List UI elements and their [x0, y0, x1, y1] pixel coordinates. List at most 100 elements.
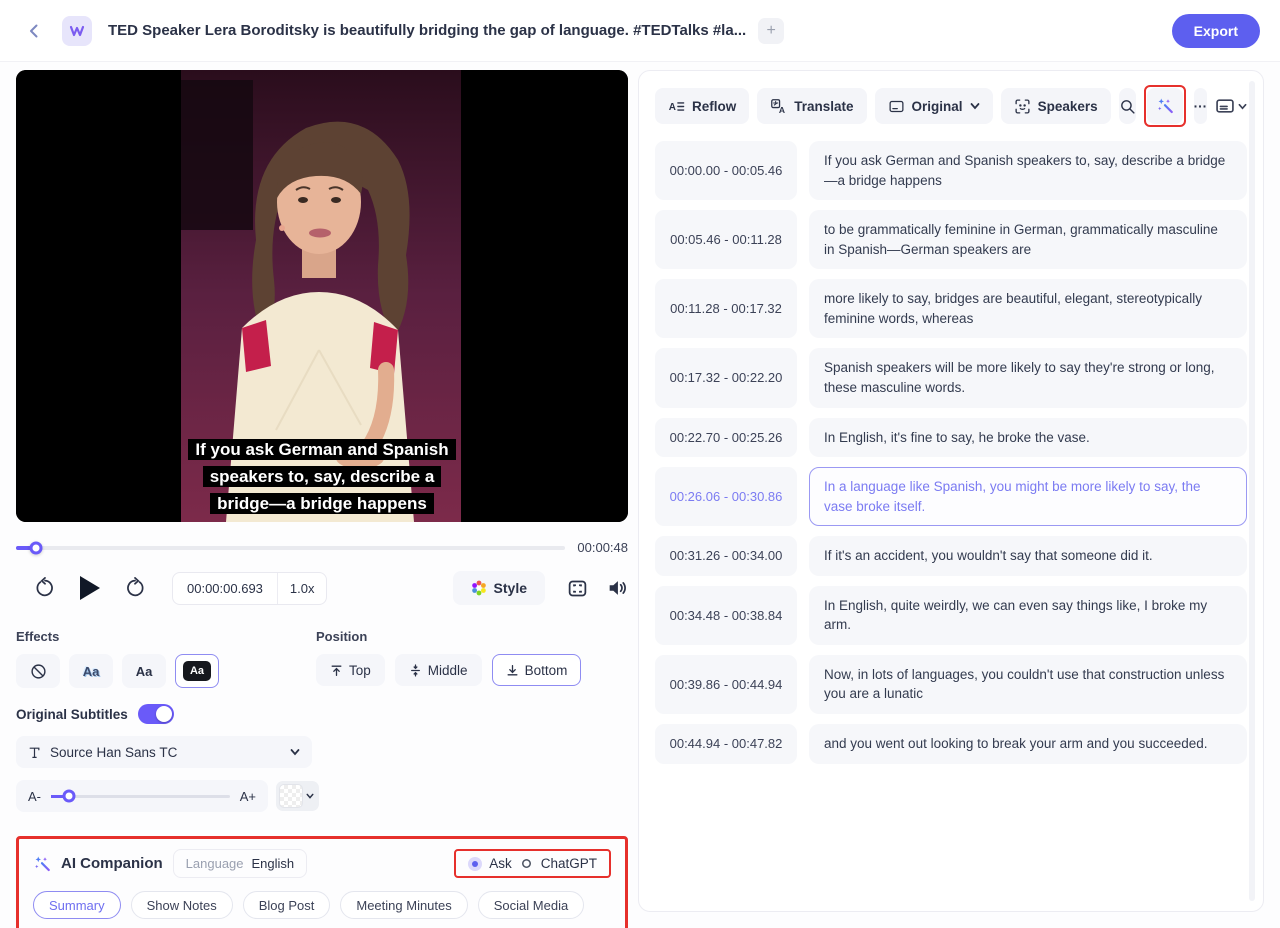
original-subtitles-toggle[interactable] — [137, 704, 174, 724]
position-label: Position — [316, 629, 368, 644]
ai-tab-show-notes[interactable]: Show Notes — [130, 891, 233, 919]
subtitle-time-range[interactable]: 00:26.06 - 00:30.86 — [655, 467, 797, 527]
flower-color-icon — [471, 580, 486, 596]
subtitle-text[interactable]: In English, quite weirdly, we can even s… — [809, 585, 1247, 645]
subtitle-text[interactable]: In a language like Spanish, you might be… — [809, 467, 1247, 527]
more-options-button[interactable]: ··· — [1193, 88, 1208, 124]
circle-slash-icon — [30, 663, 46, 679]
player-controls: 00:00:00.693 1.0x Style — [16, 571, 628, 605]
subtitle-time-range[interactable]: 00:17.32 - 00:22.20 — [655, 348, 797, 408]
subtitle-time-range[interactable]: 00:00.00 - 00:05.46 — [655, 141, 797, 201]
subtitle-text[interactable]: to be grammatically feminine in German, … — [809, 210, 1247, 270]
svg-text:A: A — [779, 105, 785, 115]
add-button[interactable]: + — [758, 17, 785, 44]
position-middle-button[interactable]: Middle — [394, 654, 482, 686]
align-middle-icon — [410, 663, 420, 677]
magic-wand-annotation-box — [1143, 85, 1186, 127]
subtitle-time-range[interactable]: 00:22.70 - 00:25.26 — [655, 417, 797, 458]
subtitle-row: 00:44.94 - 00:47.82 and you went out loo… — [655, 724, 1247, 764]
subtitle-time-range[interactable]: 00:44.94 - 00:47.82 — [655, 724, 797, 764]
original-language-dropdown[interactable]: Original — [874, 88, 993, 124]
original-subtitles-label: Original Subtitles — [16, 706, 128, 722]
subtitle-time-range[interactable]: 00:31.26 - 00:34.00 — [655, 536, 797, 576]
ai-magic-wand-button[interactable] — [1146, 88, 1183, 124]
style-button[interactable]: Style — [452, 571, 545, 605]
font-size-decrease[interactable]: A- — [28, 789, 41, 804]
translate-button[interactable]: A Translate — [757, 88, 867, 124]
playback-speed[interactable]: 1.0x — [276, 572, 327, 604]
subtitle-icon — [889, 100, 904, 112]
reflow-button[interactable]: A Reflow — [655, 88, 750, 124]
effects-label: Effects — [16, 629, 60, 644]
play-button[interactable] — [80, 576, 100, 600]
undo-rotate-icon[interactable] — [34, 577, 56, 599]
position-bottom-button[interactable]: Bottom — [491, 654, 582, 686]
color-swatch — [279, 784, 303, 808]
ask-chatgpt-button[interactable]: Ask ChatGPT — [454, 849, 611, 878]
speakers-button[interactable]: Speakers — [1000, 88, 1111, 124]
subtitle-color-picker[interactable] — [276, 781, 319, 811]
back-button[interactable] — [20, 17, 48, 45]
subtitle-time-range[interactable]: 00:34.48 - 00:38.84 — [655, 585, 797, 645]
burned-in-subtitle-line: bridge—a bridge happens — [210, 493, 434, 514]
export-button[interactable]: Export — [1171, 13, 1260, 48]
magic-wand-icon — [1157, 98, 1173, 114]
font-size-slider[interactable] — [51, 789, 230, 803]
effect-plain-button[interactable]: Aa — [122, 654, 166, 688]
search-button[interactable] — [1118, 88, 1136, 124]
subtitle-row: 00:39.86 - 00:44.94 Now, in lots of lang… — [655, 654, 1247, 714]
subtitle-time-range[interactable]: 00:05.46 - 00:11.28 — [655, 210, 797, 270]
ai-tab-summary[interactable]: Summary — [33, 891, 121, 919]
ai-companion-title: AI Companion — [61, 855, 163, 872]
subtitle-row: 00:26.06 - 00:30.86 In a language like S… — [655, 467, 1247, 527]
subtitle-text[interactable]: If you ask German and Spanish speakers t… — [809, 141, 1247, 201]
font-family-select[interactable]: Source Han Sans TC — [16, 736, 312, 768]
position-top-button[interactable]: Top — [316, 654, 385, 686]
effect-boxed-button[interactable]: Aa — [175, 654, 219, 688]
redo-rotate-icon[interactable] — [124, 577, 146, 599]
subtitle-time-range[interactable]: 00:39.86 - 00:44.94 — [655, 654, 797, 714]
subtitle-text[interactable]: more likely to say, bridges are beautifu… — [809, 279, 1247, 339]
subtitle-row: 00:31.26 - 00:34.00 If it's an accident,… — [655, 536, 1247, 576]
ai-tab-social-media[interactable]: Social Media — [477, 891, 585, 919]
align-top-icon — [331, 665, 342, 676]
style-label: Style — [493, 580, 527, 596]
seek-handle[interactable] — [29, 541, 43, 554]
subtitle-list: 00:00.00 - 00:05.46 If you ask German an… — [655, 141, 1247, 764]
subtitle-text[interactable]: In English, it's fine to say, he broke t… — [809, 417, 1247, 458]
subtitle-row: 00:11.28 - 00:17.32 more likely to say, … — [655, 279, 1247, 339]
translate-icon: A — [771, 98, 785, 115]
top-bar: TED Speaker Lera Boroditsky is beautiful… — [0, 0, 1280, 62]
effect-outline-button[interactable]: Aa — [69, 654, 113, 688]
layout-icon — [1216, 99, 1234, 113]
effect-none-button[interactable] — [16, 654, 60, 688]
layout-toggle-button[interactable] — [1215, 96, 1247, 116]
chevron-down-icon — [290, 749, 300, 756]
scrollbar[interactable] — [1249, 81, 1255, 901]
subtitle-time-range[interactable]: 00:11.28 - 00:17.32 — [655, 279, 797, 339]
subtitle-row: 00:05.46 - 00:11.28 to be grammatically … — [655, 210, 1247, 270]
font-size-handle[interactable] — [62, 789, 76, 803]
speakers-icon — [1015, 98, 1030, 114]
subtitle-row: 00:34.48 - 00:38.84 In English, quite we… — [655, 585, 1247, 645]
font-size-increase[interactable]: A+ — [240, 789, 256, 804]
chevron-down-icon — [970, 103, 979, 110]
ai-language-select[interactable]: Language English — [172, 849, 308, 878]
subtitle-text[interactable]: If it's an accident, you wouldn't say th… — [809, 536, 1247, 576]
subtitle-text[interactable]: Now, in lots of languages, you couldn't … — [809, 654, 1247, 714]
subtitle-row: 00:17.32 - 00:22.20 Spanish speakers wil… — [655, 348, 1247, 408]
fullscreen-icon[interactable] — [567, 578, 588, 599]
transcript-panel: A Reflow A Translate Original Speakers ·… — [638, 70, 1264, 912]
seek-bar[interactable] — [16, 541, 566, 554]
volume-icon[interactable] — [606, 577, 628, 599]
subtitle-text[interactable]: and you went out looking to break your a… — [809, 724, 1247, 764]
font-size-control: A- A+ — [16, 780, 268, 812]
video-player[interactable]: If you ask German and Spanish speakers to… — [16, 70, 628, 522]
ai-tab-blog-post[interactable]: Blog Post — [242, 891, 331, 919]
reflow-icon: A — [669, 102, 685, 113]
current-timecode[interactable]: 00:00:00.693 — [173, 573, 277, 604]
subtitle-row: 00:22.70 - 00:25.26 In English, it's fin… — [655, 417, 1247, 458]
ai-tab-meeting-minutes[interactable]: Meeting Minutes — [340, 891, 468, 919]
chevron-down-icon — [306, 793, 314, 799]
subtitle-text[interactable]: Spanish speakers will be more likely to … — [809, 348, 1247, 408]
